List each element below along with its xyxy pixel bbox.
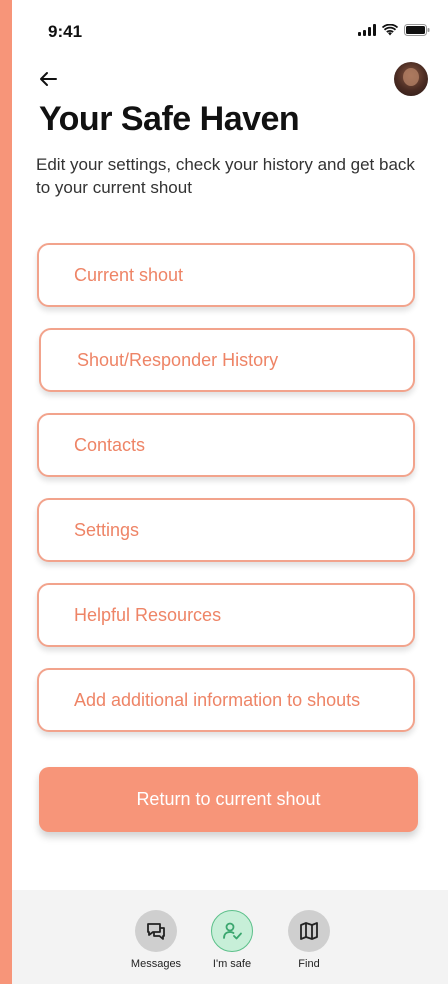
status-icons <box>358 24 430 36</box>
status-time: 9:41 <box>48 22 83 41</box>
menu-item-settings[interactable]: Settings <box>37 498 415 562</box>
nav-label-find: Find <box>298 958 320 970</box>
phone-screen: 9:41 Your Safe Haven Edit your settings,… <box>12 0 448 984</box>
menu-item-add-info[interactable]: Add additional information to shouts <box>37 668 415 732</box>
signal-icon <box>358 24 376 36</box>
bottom-nav: Messages I'm safe Find <box>12 890 448 984</box>
page-subtitle: Edit your settings, check your history a… <box>36 155 415 197</box>
menu-item-current-shout[interactable]: Current shout <box>37 243 415 307</box>
messages-icon <box>135 910 177 952</box>
menu-list: Current shout Shout/Responder History Co… <box>37 243 415 753</box>
page-title: Your Safe Haven <box>39 100 300 138</box>
nav-item-messages[interactable]: Messages <box>121 910 191 970</box>
menu-item-helpful-resources[interactable]: Helpful Resources <box>37 583 415 647</box>
wifi-icon <box>382 24 398 36</box>
back-arrow-icon[interactable] <box>36 66 62 92</box>
avatar[interactable] <box>394 62 428 96</box>
menu-item-history[interactable]: Shout/Responder History <box>39 328 415 392</box>
nav-item-find[interactable]: Find <box>274 910 344 970</box>
battery-icon <box>404 24 430 36</box>
nav-item-im-safe[interactable]: I'm safe <box>197 910 267 970</box>
map-icon <box>288 910 330 952</box>
person-check-icon <box>211 910 253 952</box>
return-to-current-shout-button[interactable]: Return to current shout <box>39 767 418 832</box>
nav-label-im-safe: I'm safe <box>212 958 252 970</box>
nav-label-messages: Messages <box>130 958 182 970</box>
status-bar: 9:41 <box>12 0 448 60</box>
menu-item-contacts[interactable]: Contacts <box>37 413 415 477</box>
